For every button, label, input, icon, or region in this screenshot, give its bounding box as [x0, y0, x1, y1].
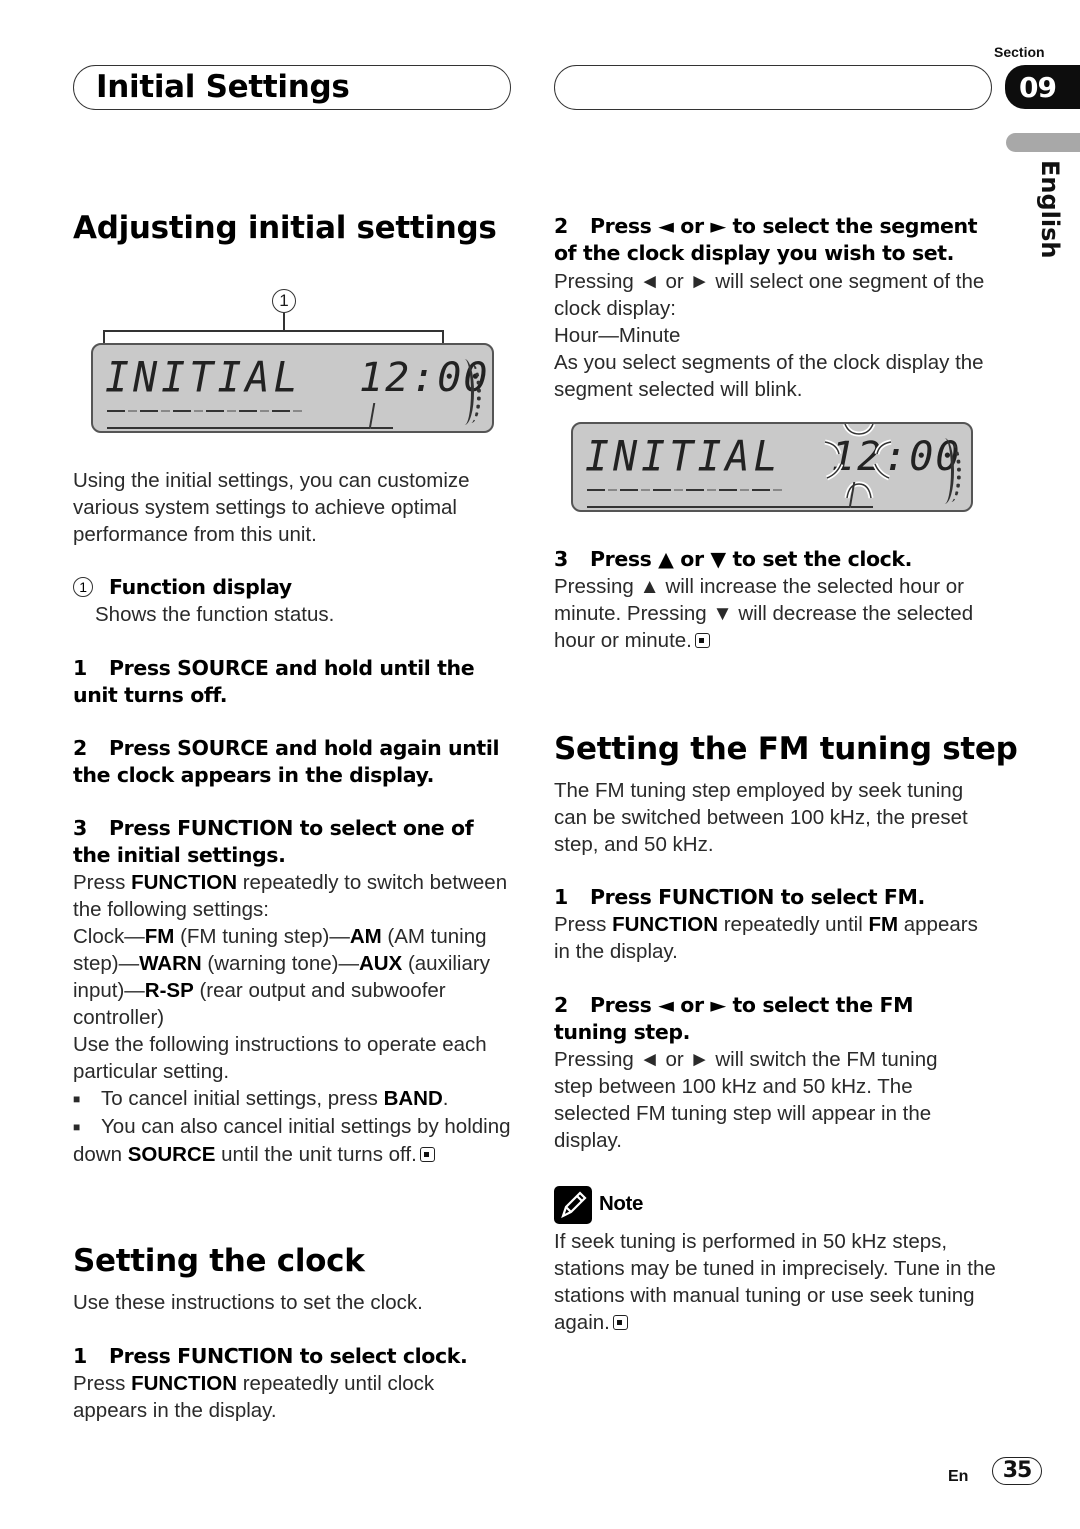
section-number: 09 [1019, 70, 1057, 104]
heading-setting-the-clock: Setting the clock [73, 1243, 365, 1279]
step-title: Press ▲ or ▼ to set the clock. [590, 547, 913, 571]
end-of-section-icon [694, 633, 710, 648]
lcd-text-initial: INITIAL [105, 353, 302, 403]
callout-title: Function display [109, 575, 292, 599]
callout-bracket [103, 330, 443, 332]
step-title: Press ◄ or ► to select the FM tuning ste… [554, 993, 914, 1044]
callout-leader [283, 313, 285, 330]
step-3-function-select: 3 Press FUNCTION to select one of the ini… [73, 815, 513, 869]
callout-marker: 1 [73, 577, 93, 597]
lcd-baseline [107, 427, 369, 429]
language-label: English [1036, 160, 1064, 259]
clock-step-2-line: As you select segments of the clock disp… [554, 351, 984, 401]
lcd-volume-dots [461, 363, 481, 423]
fm-step-2-body: Pressing ◄ or ► will switch the FM tunin… [554, 1048, 938, 1152]
clock-segment-sequence: Hour—Minute [554, 324, 681, 347]
function-display-figure: INITIAL 12:00 [91, 343, 494, 433]
step-3-body-intro: Press FUNCTION repeatedly to switch betw… [73, 871, 508, 921]
note-body: If seek tuning is performed in 50 kHz st… [554, 1230, 996, 1334]
step-title: Press ◄ or ► to select the segment of th… [554, 214, 978, 265]
step-number: 2 [554, 214, 568, 238]
lcd-segment-l-base [371, 427, 393, 429]
heading-fm-tuning-step: Setting the FM tuning step [554, 731, 1018, 767]
blink-rays-icon [824, 424, 892, 499]
heading-adjusting-initial-settings: Adjusting initial settings [73, 210, 497, 246]
lcd-baseline [587, 506, 849, 508]
clock-blink-display-figure: INITIAL 12:00 [571, 422, 973, 512]
step-number: 2 [554, 993, 568, 1017]
clock-step-2-body: Pressing ◄ or ► will select one segment … [554, 268, 994, 403]
fm-step-1-body: Press FUNCTION repeatedly until FM appea… [554, 913, 978, 963]
end-of-section-icon [419, 1147, 435, 1162]
step-3-body: Press FUNCTION repeatedly to switch betw… [73, 869, 513, 1168]
section-number-tab: 09 [1005, 65, 1080, 109]
page-number: 35 [992, 1457, 1042, 1485]
fm-step-1: 1 Press FUNCTION to select FM. [554, 884, 994, 911]
step-title: Press FUNCTION to select FM. [590, 885, 925, 909]
bullet-cancel-band: ■ To cancel initial settings, press BAND. [73, 1085, 513, 1113]
intro-paragraph: Using the initial settings, you can cust… [73, 469, 470, 546]
lcd-segment-l [368, 403, 376, 429]
bullet-cancel-source: ■ You can also cancel initial settings by… [73, 1115, 511, 1166]
step-number: 1 [73, 1344, 87, 1368]
step-2-source-clock: 2 Press SOURCE and hold again until the c… [73, 735, 503, 789]
step-number: 1 [73, 656, 87, 680]
language-tab-marker [1006, 133, 1080, 152]
note-title: Note [599, 1192, 643, 1215]
settings-sequence: Clock—FM (FM tuning step)—AM (AM tuning … [73, 925, 490, 1029]
lcd-text-initial: INITIAL [585, 432, 782, 482]
clock-step-1: 1 Press FUNCTION to select clock. [73, 1343, 513, 1370]
step-number: 3 [554, 547, 568, 571]
clock-step-3-body: Pressing ▲ will increase the selected ho… [554, 575, 974, 652]
lcd-level-dashes [107, 410, 303, 412]
callout-item-function-display: 1 Function display Shows the function sta… [73, 574, 513, 628]
fm-step-2: 2 Press ◄ or ► to select the FM tuning st… [554, 992, 974, 1046]
end-of-section-icon [612, 1315, 628, 1330]
step-number: 1 [554, 885, 568, 909]
callout-desc: Shows the function status. [95, 603, 335, 626]
clock-step-2-line: Pressing ◄ or ► will select one segment … [554, 270, 985, 320]
header-blank-pill [554, 65, 992, 110]
lcd-segment-l-base [851, 506, 873, 508]
chapter-header: Initial Settings [73, 65, 511, 110]
step-title: Press SOURCE and hold again until the cl… [73, 736, 500, 787]
bullet-icon: ■ [73, 1120, 81, 1134]
step-number: 2 [73, 736, 87, 760]
note-pencil-icon [554, 1186, 592, 1224]
lcd-volume-dots [941, 442, 961, 502]
instructions-text: Use the following instructions to operat… [73, 1033, 487, 1083]
step-title: Press FUNCTION to select clock. [109, 1344, 468, 1368]
clock-step-2: 2 Press ◄ or ► to select the segment of t… [554, 213, 984, 267]
clock-step-1-body: Press FUNCTION repeatedly until clock ap… [73, 1372, 435, 1422]
section-label: Section [994, 44, 1045, 60]
figure-callout-1: 1 [272, 289, 296, 313]
clock-intro: Use these instructions to set the clock. [73, 1291, 423, 1314]
step-1-source-off: 1 Press SOURCE and hold until the unit tu… [73, 655, 503, 709]
lcd-level-dashes [587, 489, 783, 491]
step-number: 3 [73, 816, 87, 840]
chapter-title: Initial Settings [96, 69, 350, 105]
step-title: Press FUNCTION to select one of the init… [73, 816, 474, 867]
fm-intro: The FM tuning step employed by seek tuni… [554, 779, 968, 856]
clock-step-3: 3 Press ▲ or ▼ to set the clock. [554, 546, 994, 573]
bullet-icon: ■ [73, 1092, 81, 1106]
step-title: Press SOURCE and hold until the unit tur… [73, 656, 475, 707]
footer-language-code: En [948, 1468, 969, 1485]
